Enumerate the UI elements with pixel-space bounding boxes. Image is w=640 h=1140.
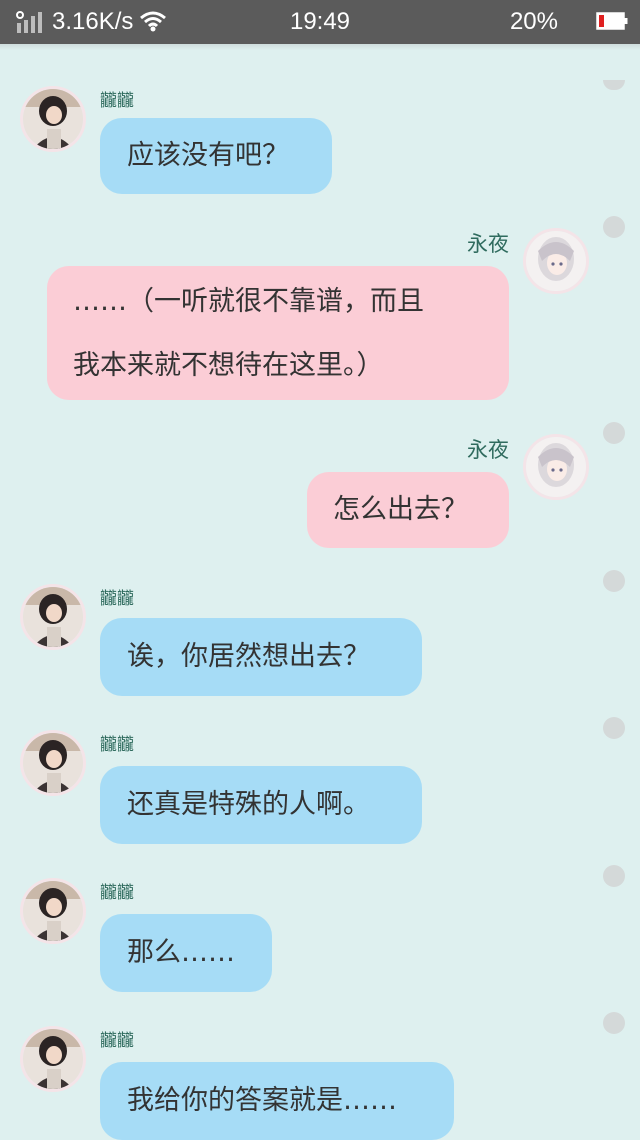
sender-name: 永夜	[467, 232, 509, 256]
status-dot	[603, 1012, 625, 1034]
avatar[interactable]	[20, 1026, 86, 1092]
avatar-dark-hair-icon	[23, 587, 83, 647]
status-dot	[603, 865, 625, 887]
status-dot	[603, 80, 625, 90]
avatar[interactable]	[20, 730, 86, 796]
message-text-line: ……（一听就很不靠谱，而且	[73, 286, 424, 317]
message-bubble[interactable]: 我给你的答案就是……	[100, 1062, 454, 1140]
status-dot	[603, 570, 625, 592]
message-bubble[interactable]: 那么……	[100, 914, 272, 992]
avatar-dark-hair-icon	[23, 1029, 83, 1089]
avatar[interactable]	[20, 86, 86, 152]
avatar-dark-hair-icon	[23, 881, 83, 941]
message-bubble[interactable]: 还真是特殊的人啊。	[100, 766, 422, 844]
sender-name: 永夜	[467, 438, 509, 462]
sender-name: 龖龖	[100, 589, 134, 609]
sender-name: 龖龖	[100, 91, 134, 111]
avatar-white-hair-icon	[526, 437, 586, 497]
status-dot	[603, 422, 625, 444]
message-bubble[interactable]: 应该没有吧？	[100, 118, 332, 194]
status-dot	[603, 216, 625, 238]
sender-name: 龖龖	[100, 1031, 134, 1051]
message-text-line: 我本来就不想待在这里。）	[73, 350, 384, 381]
battery-percent: 20%	[509, 8, 558, 35]
message-bubble[interactable]: 怎么出去？	[307, 472, 509, 548]
sender-name: 龖龖	[100, 735, 134, 755]
avatar[interactable]	[523, 434, 589, 500]
message-bubble[interactable]: 诶，你居然想出去？	[100, 618, 422, 696]
battery-icon	[596, 12, 628, 30]
header-shadow	[0, 44, 640, 50]
avatar-dark-hair-icon	[23, 733, 83, 793]
avatar[interactable]	[20, 584, 86, 650]
avatar[interactable]	[20, 878, 86, 944]
status-bar: 3.16K/s 19:49 20%	[0, 0, 640, 44]
message-bubble[interactable]: ……（一听就很不靠谱，而且 我本来就不想待在这里。）	[47, 266, 509, 400]
status-dot	[603, 717, 625, 739]
avatar-white-hair-icon	[526, 231, 586, 291]
avatar[interactable]	[523, 228, 589, 294]
sender-name: 龖龖	[100, 883, 134, 903]
avatar-dark-hair-icon	[23, 89, 83, 149]
